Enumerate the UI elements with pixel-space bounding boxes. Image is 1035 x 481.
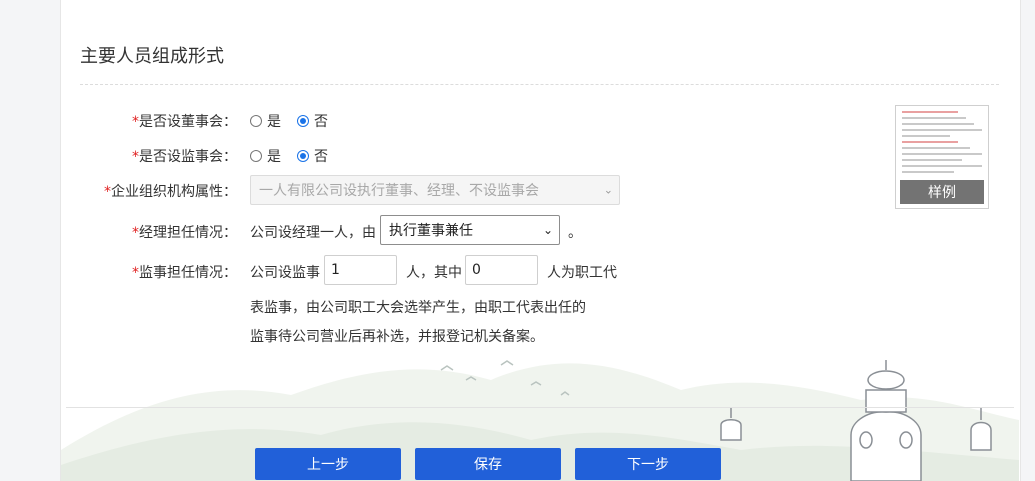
- sample-thumbnail[interactable]: 样例: [895, 105, 989, 209]
- section-title: 主要人员组成形式: [80, 46, 224, 67]
- radio-checked-icon: [297, 115, 309, 127]
- supervisor-label: *监事担任情况：: [132, 265, 237, 281]
- required-mark: *: [132, 114, 139, 130]
- manager-suffix-text: 。: [568, 225, 582, 241]
- page-gutter-right: [1020, 0, 1035, 481]
- chevron-down-icon: ⌄: [542, 223, 553, 237]
- org-attribute-select[interactable]: 一人有限公司设执行董事、经理、不设监事会 ⌄: [250, 175, 620, 205]
- radio-icon: [250, 150, 262, 162]
- supervisor-text-2: 人，其中: [406, 265, 462, 281]
- radio-icon: [250, 115, 262, 127]
- supervisor-count-input[interactable]: 1: [324, 255, 397, 285]
- next-step-button[interactable]: 下一步: [575, 448, 721, 480]
- manager-label: *经理担任情况：: [132, 225, 237, 241]
- board-radio-group: 是 否: [250, 111, 344, 131]
- chevron-down-icon: ⌄: [603, 183, 613, 197]
- save-button[interactable]: 保存: [415, 448, 561, 480]
- board-radio-yes[interactable]: 是: [250, 111, 281, 131]
- supervisory-board-radio-group: 是 否: [250, 146, 344, 166]
- title-divider: [80, 84, 999, 85]
- supervisory-radio-yes[interactable]: 是: [250, 146, 281, 166]
- board-radio-no[interactable]: 否: [297, 111, 328, 131]
- supervisory-radio-no[interactable]: 否: [297, 146, 328, 166]
- supervisor-text-line2: 表监事，由公司职工大会选举产生，由职工代表出任的: [250, 300, 586, 316]
- radio-checked-icon: [297, 150, 309, 162]
- org-attribute-label: *企业组织机构属性：: [104, 184, 237, 200]
- manager-select[interactable]: 执行董事兼任 ⌄: [380, 215, 560, 245]
- form-card: 主要人员组成形式 *是否设董事会： 是 否 *是否设监事会： 是 否 *企业组织…: [61, 0, 1019, 481]
- prev-step-button[interactable]: 上一步: [255, 448, 401, 480]
- board-label: *是否设董事会：: [132, 114, 237, 130]
- supervisor-text-1: 公司设监事: [250, 265, 320, 281]
- bottom-divider: [66, 407, 1014, 408]
- staff-supervisor-count-input[interactable]: 0: [465, 255, 538, 285]
- sample-badge: 样例: [900, 180, 984, 204]
- page-gutter-left: [0, 0, 61, 481]
- supervisor-text-3: 人为职工代: [547, 265, 617, 281]
- supervisory-board-label: *是否设监事会：: [132, 149, 237, 165]
- manager-prefix-text: 公司设经理一人，由: [250, 225, 376, 241]
